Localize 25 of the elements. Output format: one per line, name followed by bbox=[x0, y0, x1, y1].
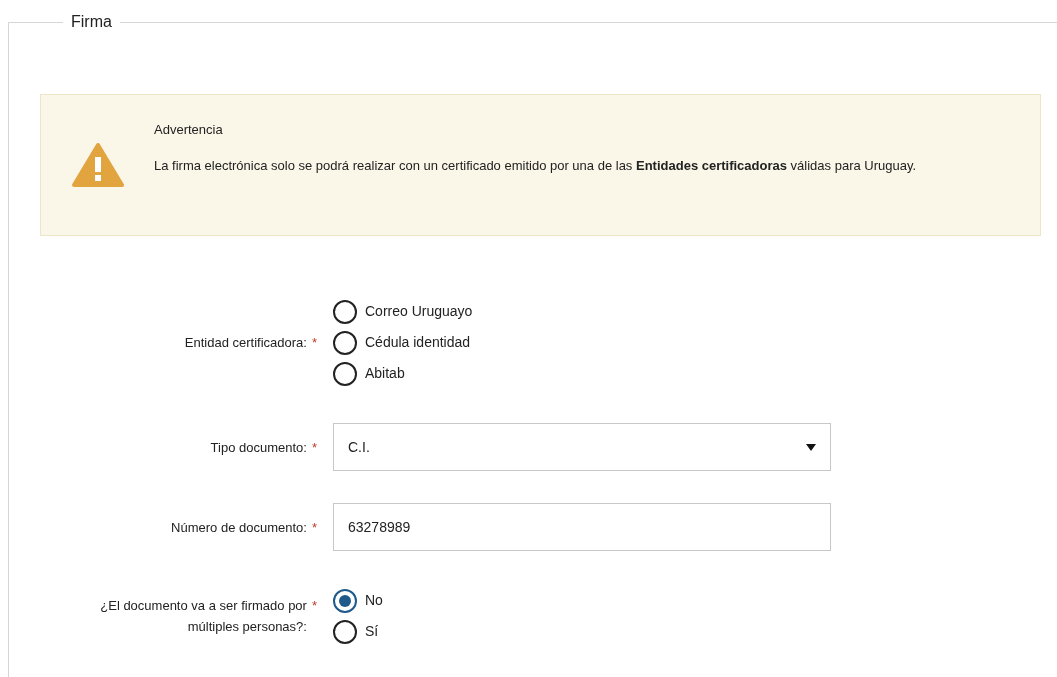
field-label: Entidad certificadora: bbox=[184, 334, 307, 352]
document-type-select[interactable]: C.I. bbox=[333, 423, 831, 471]
section-title: Firma bbox=[70, 12, 113, 32]
radio-button[interactable] bbox=[333, 299, 357, 324]
radio-button[interactable] bbox=[333, 619, 357, 644]
radio-option[interactable]: Correo Uruguayo bbox=[333, 296, 473, 327]
warning-icon bbox=[71, 142, 124, 188]
required-mark: * bbox=[311, 438, 317, 457]
field-label: Tipo documento: bbox=[210, 438, 307, 457]
document-number-field[interactable]: 63278989 bbox=[333, 503, 831, 551]
alert-title: Advertencia bbox=[154, 121, 224, 139]
radio-button[interactable] bbox=[333, 330, 357, 355]
radio-button[interactable] bbox=[333, 588, 357, 613]
radio-option[interactable]: No bbox=[333, 585, 383, 616]
field-label: ¿El documento va a ser firmado por múltiples personas?: bbox=[99, 597, 307, 636]
alert-message: La firma electrónica solo se podrá realizar con un certificado emitido por una de las Entidades certificadoras válidas para Uruguay. bbox=[154, 156, 917, 175]
required-mark: * bbox=[311, 334, 317, 352]
radio-option[interactable]: Cédula identidad bbox=[333, 327, 473, 358]
dropdown-caret-icon bbox=[806, 443, 816, 451]
required-mark: * bbox=[311, 518, 317, 537]
radio-button[interactable] bbox=[333, 361, 357, 386]
required-mark: * bbox=[311, 597, 317, 615]
field-label: Número de documento: bbox=[171, 518, 307, 537]
radio-option[interactable]: Abitab bbox=[333, 358, 473, 389]
radio-option[interactable]: Sí bbox=[333, 616, 383, 647]
